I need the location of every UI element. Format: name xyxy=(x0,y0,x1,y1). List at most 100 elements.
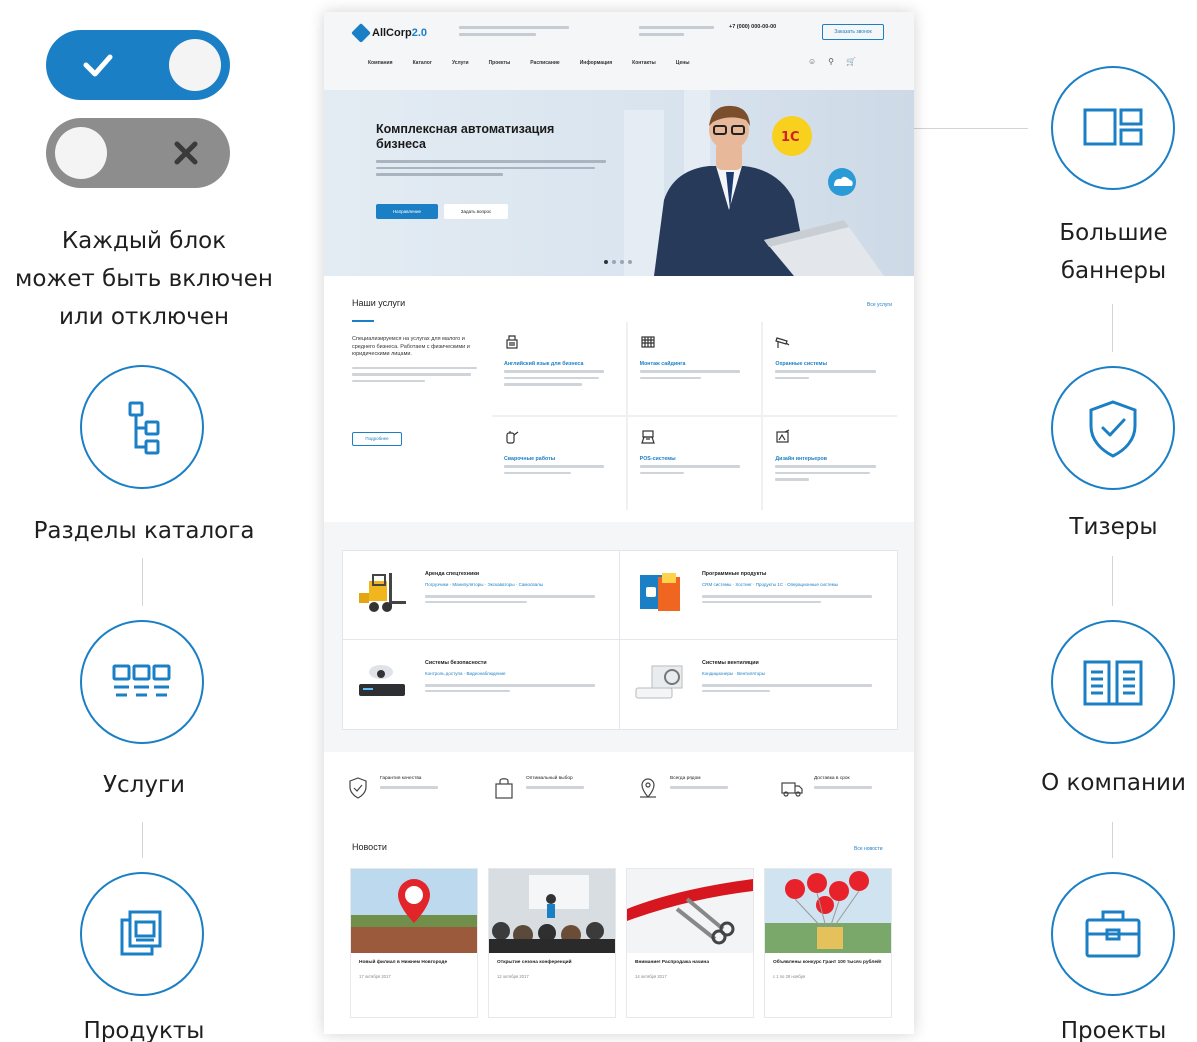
hero-title: Комплексная автоматизация бизнеса xyxy=(376,122,555,151)
banner-layout-icon xyxy=(1083,108,1143,146)
cctv-camera-icon xyxy=(775,337,790,348)
service-card[interactable]: Монтаж сайдинга xyxy=(627,322,762,415)
divider xyxy=(142,822,143,858)
open-book-icon xyxy=(1083,660,1143,706)
service-card[interactable]: POS-системы xyxy=(627,417,762,510)
products-section: Аренда спецтехники Погрузчики · Манипуля… xyxy=(324,522,914,752)
map-pin-icon xyxy=(640,778,656,798)
about-feature xyxy=(1051,620,1175,744)
product-documents-icon xyxy=(120,910,162,956)
toggle-disabled[interactable] xyxy=(46,118,230,188)
all-services-link[interactable]: Все услуги xyxy=(867,302,892,308)
products-feature xyxy=(80,872,204,996)
forklift-image xyxy=(359,573,406,612)
air-conditioner-image xyxy=(635,665,683,699)
news-card[interactable]: Открытие сезона конференций 12 октября 2… xyxy=(488,868,616,1018)
services-section: Наши услуги Все услуги Специализируемся … xyxy=(324,276,914,522)
section-title: Новости xyxy=(352,842,387,852)
news-card[interactable]: Новый филиал в Нижнем Новгороде 17 октяб… xyxy=(350,868,478,1018)
toggle-enabled[interactable] xyxy=(46,30,230,100)
divider xyxy=(1112,556,1113,606)
projects-feature xyxy=(1051,872,1175,996)
close-icon xyxy=(174,141,198,165)
slider-dots[interactable] xyxy=(604,260,632,264)
product-card[interactable]: Аренда спецтехники Погрузчики · Манипуля… xyxy=(343,551,620,640)
feature-label-catalog: Разделы каталога xyxy=(33,518,255,544)
hero-primary-button[interactable]: Направление xyxy=(376,204,438,219)
service-grid-icon xyxy=(112,664,171,697)
hero-secondary-button[interactable]: Задать вопрос xyxy=(444,204,508,219)
briefcase-icon xyxy=(1085,910,1141,958)
menu-item[interactable]: Каталог xyxy=(413,60,432,66)
tree-structure-icon xyxy=(128,401,160,455)
ledger-icon xyxy=(506,335,518,349)
hero-badge: 1С xyxy=(781,130,800,145)
menu-item[interactable]: Компания xyxy=(368,60,393,66)
menu-item[interactable]: Контакты xyxy=(632,60,656,66)
feature-label-banners: Большие баннеры xyxy=(1059,220,1168,284)
divider xyxy=(1112,822,1113,858)
shield-check-icon xyxy=(349,777,367,799)
divider xyxy=(1112,304,1113,352)
interior-design-icon xyxy=(776,429,790,443)
product-card[interactable]: Системы безопасности Контроль доступа · … xyxy=(343,640,620,729)
news-section: Новости Все новости Новый филиал в Нижне… xyxy=(324,826,914,1034)
welding-icon xyxy=(506,431,519,444)
all-news-link[interactable]: Все новости xyxy=(854,846,883,852)
header-phone[interactable]: +7 (000) 000-00-00 xyxy=(729,24,776,30)
search-icon[interactable]: ⚲ xyxy=(828,57,834,66)
banners-feature xyxy=(1051,66,1175,190)
feature-label-projects: Проекты xyxy=(1060,1018,1167,1042)
user-icon[interactable]: ☺ xyxy=(808,57,816,66)
more-button[interactable]: Подробнее xyxy=(352,432,402,446)
header-slogan xyxy=(459,26,569,40)
menu-item[interactable]: Проекты xyxy=(489,60,511,66)
callback-button[interactable]: Заказать звонок xyxy=(822,24,884,40)
main-menu: Компания Каталог Услуги Проекты Расписан… xyxy=(368,60,690,66)
services-intro: Специализируемся на услугах для малого и… xyxy=(352,336,484,386)
menu-item[interactable]: Цены xyxy=(676,60,690,66)
product-card[interactable]: Программные продукты CRM системы · Хости… xyxy=(620,551,897,640)
feature-label-teasers: Тизеры xyxy=(1069,514,1158,540)
menu-item[interactable]: Информация xyxy=(580,60,612,66)
logo-mark xyxy=(351,23,371,43)
feature-label-products: Продукты xyxy=(83,1018,205,1042)
teaser: Оптимальный выбор xyxy=(492,774,632,806)
check-icon xyxy=(83,54,113,77)
menu-item[interactable]: Расписание xyxy=(530,60,559,66)
news-image xyxy=(489,869,615,953)
service-card[interactable]: Сварочные работы xyxy=(492,417,626,510)
product-card[interactable]: Системы вентиляции Кондиционеры · Вентил… xyxy=(620,640,897,729)
hero-description xyxy=(376,160,606,180)
siding-panel-icon xyxy=(641,336,655,348)
software-box-image xyxy=(640,573,680,611)
site-header: AllCorp2.0 +7 (000) 000-00-00 Заказать з… xyxy=(324,12,914,90)
news-image xyxy=(765,869,891,953)
shopping-bag-icon xyxy=(495,778,513,799)
hero-illustration: 1С xyxy=(624,90,884,276)
teasers-section: Гарантия качества Оптимальный выбор Всег… xyxy=(324,752,914,826)
news-card[interactable]: Объявлены конкурс Грант 100 тысяч рублей… xyxy=(764,868,892,1018)
catalog-feature xyxy=(80,365,204,489)
feature-label-about: О компании xyxy=(1041,770,1186,796)
feature-label-services: Услуги xyxy=(102,772,185,798)
title-underline xyxy=(352,320,374,322)
cart-icon[interactable]: 🛒 xyxy=(846,57,856,66)
toggle-caption: Каждый блок может быть включен или отклю… xyxy=(15,228,273,330)
news-card[interactable]: Внимание! Распродажа начина 14 октября 2… xyxy=(626,868,754,1018)
teaser: Доставка в срок xyxy=(780,774,914,806)
delivery-truck-icon xyxy=(781,782,803,797)
logo[interactable]: AllCorp2.0 xyxy=(351,23,427,43)
toggle-knob xyxy=(55,127,107,179)
teasers-feature xyxy=(1051,366,1175,490)
header-address xyxy=(639,26,714,40)
menu-item[interactable]: Услуги xyxy=(452,60,469,66)
shield-check-icon xyxy=(1089,400,1137,458)
site-preview: AllCorp2.0 +7 (000) 000-00-00 Заказать з… xyxy=(324,12,914,1034)
service-card[interactable]: Английский язык для бизнеса xyxy=(492,322,626,415)
service-card[interactable]: Охранные системы xyxy=(763,322,897,415)
service-card[interactable]: Дизайн интерьеров xyxy=(763,417,897,510)
news-image xyxy=(351,869,477,953)
teaser: Всегда рядом xyxy=(636,774,776,806)
hero-banner: 1С Комплексная автоматизация бизнеса Нап… xyxy=(324,90,914,276)
